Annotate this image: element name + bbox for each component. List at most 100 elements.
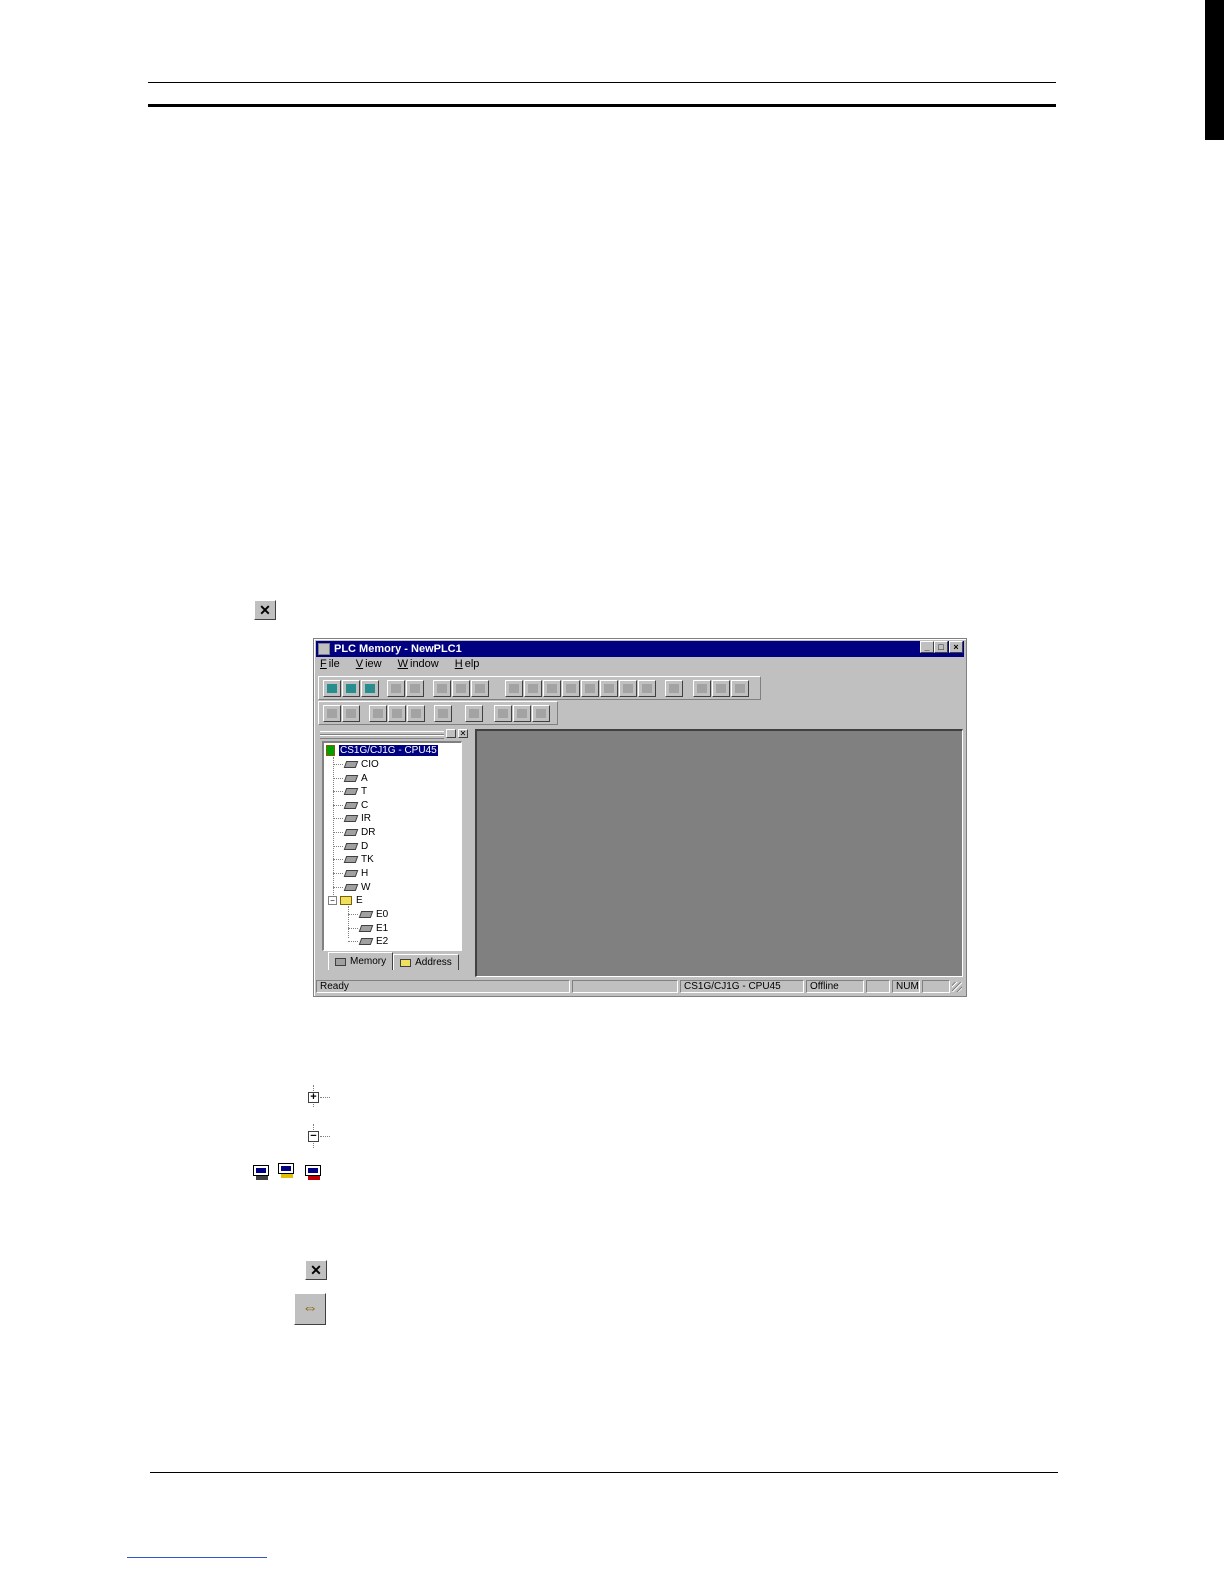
size-grip-icon[interactable] bbox=[952, 982, 962, 992]
maximize-glyph: □ bbox=[938, 642, 944, 652]
double-decimal-button[interactable] bbox=[581, 680, 599, 697]
folder-icon bbox=[340, 896, 352, 905]
tree-item-e1[interactable]: E1 bbox=[348, 922, 388, 935]
pane-grip-2 bbox=[320, 735, 444, 739]
minimize-glyph: _ bbox=[924, 642, 930, 652]
connect-button[interactable] bbox=[323, 680, 341, 697]
pc-online-icon bbox=[304, 1164, 326, 1182]
set-button[interactable] bbox=[388, 705, 406, 722]
open-button[interactable] bbox=[342, 680, 360, 697]
clear-forced-button[interactable] bbox=[494, 705, 512, 722]
title-bar[interactable]: PLC Memory - NewPLC1 bbox=[316, 641, 964, 657]
memory-area-icon bbox=[343, 884, 359, 891]
tree-connector bbox=[333, 846, 343, 847]
collapse-toggle-icon[interactable]: − bbox=[328, 896, 337, 905]
tree-item-label: TK bbox=[361, 854, 374, 865]
text-button[interactable] bbox=[619, 680, 637, 697]
tree-item-label: E1 bbox=[376, 923, 389, 934]
status-scroll bbox=[922, 980, 950, 993]
tab-address-label: Address bbox=[415, 957, 452, 968]
pc-base bbox=[256, 1176, 268, 1180]
minimize-button[interactable]: _ bbox=[920, 641, 934, 653]
save-button[interactable] bbox=[361, 680, 379, 697]
menu-view[interactable]: View bbox=[354, 658, 386, 674]
tree-root[interactable]: CS1G/CJ1G - CPU45 bbox=[326, 744, 438, 757]
header-rule-thin bbox=[148, 82, 1056, 83]
tree-item-label: IR bbox=[361, 813, 371, 824]
hex-button[interactable] bbox=[600, 680, 618, 697]
transfer-from-plc-button[interactable] bbox=[342, 705, 360, 722]
tree-item-ir[interactable]: IR bbox=[333, 812, 371, 825]
tree-item-c[interactable]: C bbox=[333, 799, 368, 812]
tree-folder-e[interactable]: − E bbox=[328, 894, 363, 907]
change-value-button[interactable] bbox=[513, 705, 531, 722]
pc-base bbox=[281, 1174, 293, 1178]
transfer-to-plc-button[interactable] bbox=[323, 705, 341, 722]
maximize-button[interactable]: □ bbox=[934, 641, 948, 653]
tree-item-label: A bbox=[361, 773, 368, 784]
menu-help[interactable]: Help bbox=[453, 658, 484, 674]
copy-button[interactable] bbox=[452, 680, 470, 697]
tab-memory[interactable]: Memory bbox=[328, 952, 394, 970]
zoom-button[interactable] bbox=[731, 680, 749, 697]
memory-tree: CS1G/CJ1G - CPU45 CIO A T C IR DR D TK H… bbox=[322, 741, 462, 951]
status-num: NUM bbox=[892, 980, 920, 993]
close-x-icon-legend: ✕ bbox=[305, 1260, 327, 1280]
tree-connector bbox=[333, 818, 343, 819]
float-button[interactable] bbox=[638, 680, 656, 697]
tree-item-d[interactable]: D bbox=[333, 840, 368, 853]
menu-bar: File View Window Help bbox=[318, 658, 483, 674]
footer-link-underline bbox=[127, 1557, 267, 1558]
fill-button[interactable] bbox=[532, 705, 550, 722]
tree-connector bbox=[348, 928, 358, 929]
pane-close-button[interactable]: ✕ bbox=[458, 729, 468, 738]
binary-button[interactable] bbox=[505, 680, 523, 697]
cut-button[interactable] bbox=[433, 680, 451, 697]
pc-screen bbox=[305, 1165, 321, 1176]
print-button[interactable] bbox=[387, 680, 405, 697]
address-tab-icon bbox=[400, 958, 412, 967]
tree-item-h[interactable]: H bbox=[333, 867, 368, 880]
pc-screen bbox=[253, 1165, 269, 1176]
print-preview-button[interactable] bbox=[406, 680, 424, 697]
monitor-button[interactable] bbox=[369, 705, 387, 722]
tree-item-e2[interactable]: E2 bbox=[348, 935, 388, 948]
memory-area-icon bbox=[358, 911, 374, 918]
tree-item-dr[interactable]: DR bbox=[333, 826, 375, 839]
close-x-glyph: ✕ bbox=[259, 601, 271, 618]
paste-button[interactable] bbox=[471, 680, 489, 697]
tree-item-tk[interactable]: TK bbox=[333, 853, 374, 866]
tree-connector bbox=[333, 873, 343, 874]
reset-button[interactable] bbox=[407, 705, 425, 722]
memory-area-icon bbox=[358, 938, 374, 945]
memory-area-icon bbox=[343, 788, 359, 795]
force-button[interactable] bbox=[434, 705, 452, 722]
bcd-button[interactable] bbox=[524, 680, 542, 697]
app-icon bbox=[318, 643, 330, 655]
tab-address[interactable]: Address bbox=[393, 954, 459, 970]
tree-item-e0[interactable]: E0 bbox=[348, 908, 388, 921]
tree-item-cio[interactable]: CIO bbox=[333, 758, 379, 771]
pane-restore-button[interactable] bbox=[446, 729, 456, 738]
close-button[interactable]: × bbox=[949, 641, 963, 653]
tree-item-a[interactable]: A bbox=[333, 772, 368, 785]
tree-connector bbox=[333, 764, 343, 765]
tree-item-label: T bbox=[361, 786, 368, 797]
menu-window-accel: W bbox=[397, 658, 408, 670]
layout-button[interactable] bbox=[665, 680, 683, 697]
tree-expand-icon: + bbox=[308, 1092, 319, 1103]
tree-item-t[interactable]: T bbox=[333, 785, 367, 798]
tree-item-w[interactable]: W bbox=[333, 881, 370, 894]
compare-button[interactable] bbox=[465, 705, 483, 722]
signed-decimal-button[interactable] bbox=[562, 680, 580, 697]
find-button[interactable] bbox=[693, 680, 711, 697]
replace-button[interactable] bbox=[712, 680, 730, 697]
tree-collapse-icon: − bbox=[308, 1131, 319, 1142]
menu-file[interactable]: File bbox=[318, 658, 344, 674]
pane-header[interactable]: ✕ bbox=[318, 729, 473, 739]
menu-window[interactable]: Window bbox=[396, 658, 443, 674]
mdi-client-area[interactable] bbox=[475, 729, 963, 977]
plc-icon bbox=[326, 745, 335, 756]
window-title: PLC Memory - NewPLC1 bbox=[334, 643, 462, 655]
decimal-button[interactable] bbox=[543, 680, 561, 697]
